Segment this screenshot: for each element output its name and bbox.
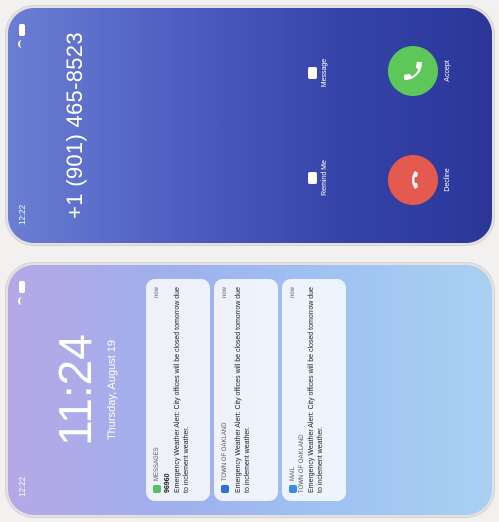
lock-date: Thursday, August 19 [106,339,118,441]
wifi-icon [18,297,26,305]
incoming-call-portrait: 12:22 +1 (901) 465-8523 Remind Me Messag… [8,8,492,243]
lock-screen: 12:22 11:24 Thursday, August 19 MESSAGES… [8,265,492,515]
government-app-icon [221,485,229,493]
call-primary-actions: Decline Accept [388,8,451,243]
status-icons [18,281,26,305]
wifi-icon [18,40,26,48]
battery-icon [19,281,25,293]
caller-number: +1 (901) 465-8523 [62,32,87,219]
remind-me-label: Remind Me [321,160,328,196]
remind-me-button[interactable]: Remind Me [308,153,328,203]
incoming-call-screen: 12:22 +1 (901) 465-8523 Remind Me Messag… [8,8,492,243]
accept-label: Accept [444,60,451,82]
notification-body: Emergency Weather Alert: City offices wi… [174,287,190,493]
notification-body: Emergency Weather Alert: City offices wi… [235,287,251,493]
accept-phone-icon [388,46,438,96]
message-bubble-icon [308,67,317,79]
decline-label: Decline [444,168,451,192]
notification-header: MAIL now [289,287,297,493]
notification-app: MESSAGES [154,447,160,481]
notification-body: Emergency Weather Alert: City offices wi… [308,287,324,493]
notification-header: MESSAGES now [153,287,161,493]
status-icons [18,24,26,48]
status-time: 12:22 [18,204,27,225]
decline-button[interactable]: Decline [388,145,451,215]
notification-messages[interactable]: MESSAGES now 96960 Emergency Weather Ale… [146,279,210,501]
notification-subtitle: TOWN OF OAKLAND [299,434,305,493]
messages-app-icon [153,485,161,493]
lock-screen-portrait: 12:22 11:24 Thursday, August 19 MESSAGES… [8,265,492,515]
notification-header: TOWN OF OAKLAND now [221,287,229,493]
message-button[interactable]: Message [308,48,328,98]
call-secondary-actions: Remind Me Message [308,8,328,243]
notification-time: now [154,287,160,299]
decline-phone-icon [388,155,438,205]
message-label: Message [321,58,328,88]
lock-clock: 11:24 [49,334,101,446]
alarm-clock-icon [308,172,317,184]
notification-mail[interactable]: MAIL now TOWN OF OAKLAND Emergency Weath… [282,279,346,501]
notification-sender: 96960 [164,473,171,493]
notification-time: now [290,287,296,299]
accept-button[interactable]: Accept [388,36,451,106]
notification-app: MAIL [290,466,296,481]
status-bar: 12:22 [18,8,32,243]
battery-icon [19,24,25,36]
notification-time: now [222,287,228,299]
status-time: 12:22 [18,476,27,497]
status-bar: 12:22 [18,265,32,515]
notification-town-of-oakland[interactable]: TOWN OF OAKLAND now Emergency Weather Al… [214,279,278,501]
mail-app-icon [289,485,297,493]
notification-app: TOWN OF OAKLAND [222,422,228,481]
